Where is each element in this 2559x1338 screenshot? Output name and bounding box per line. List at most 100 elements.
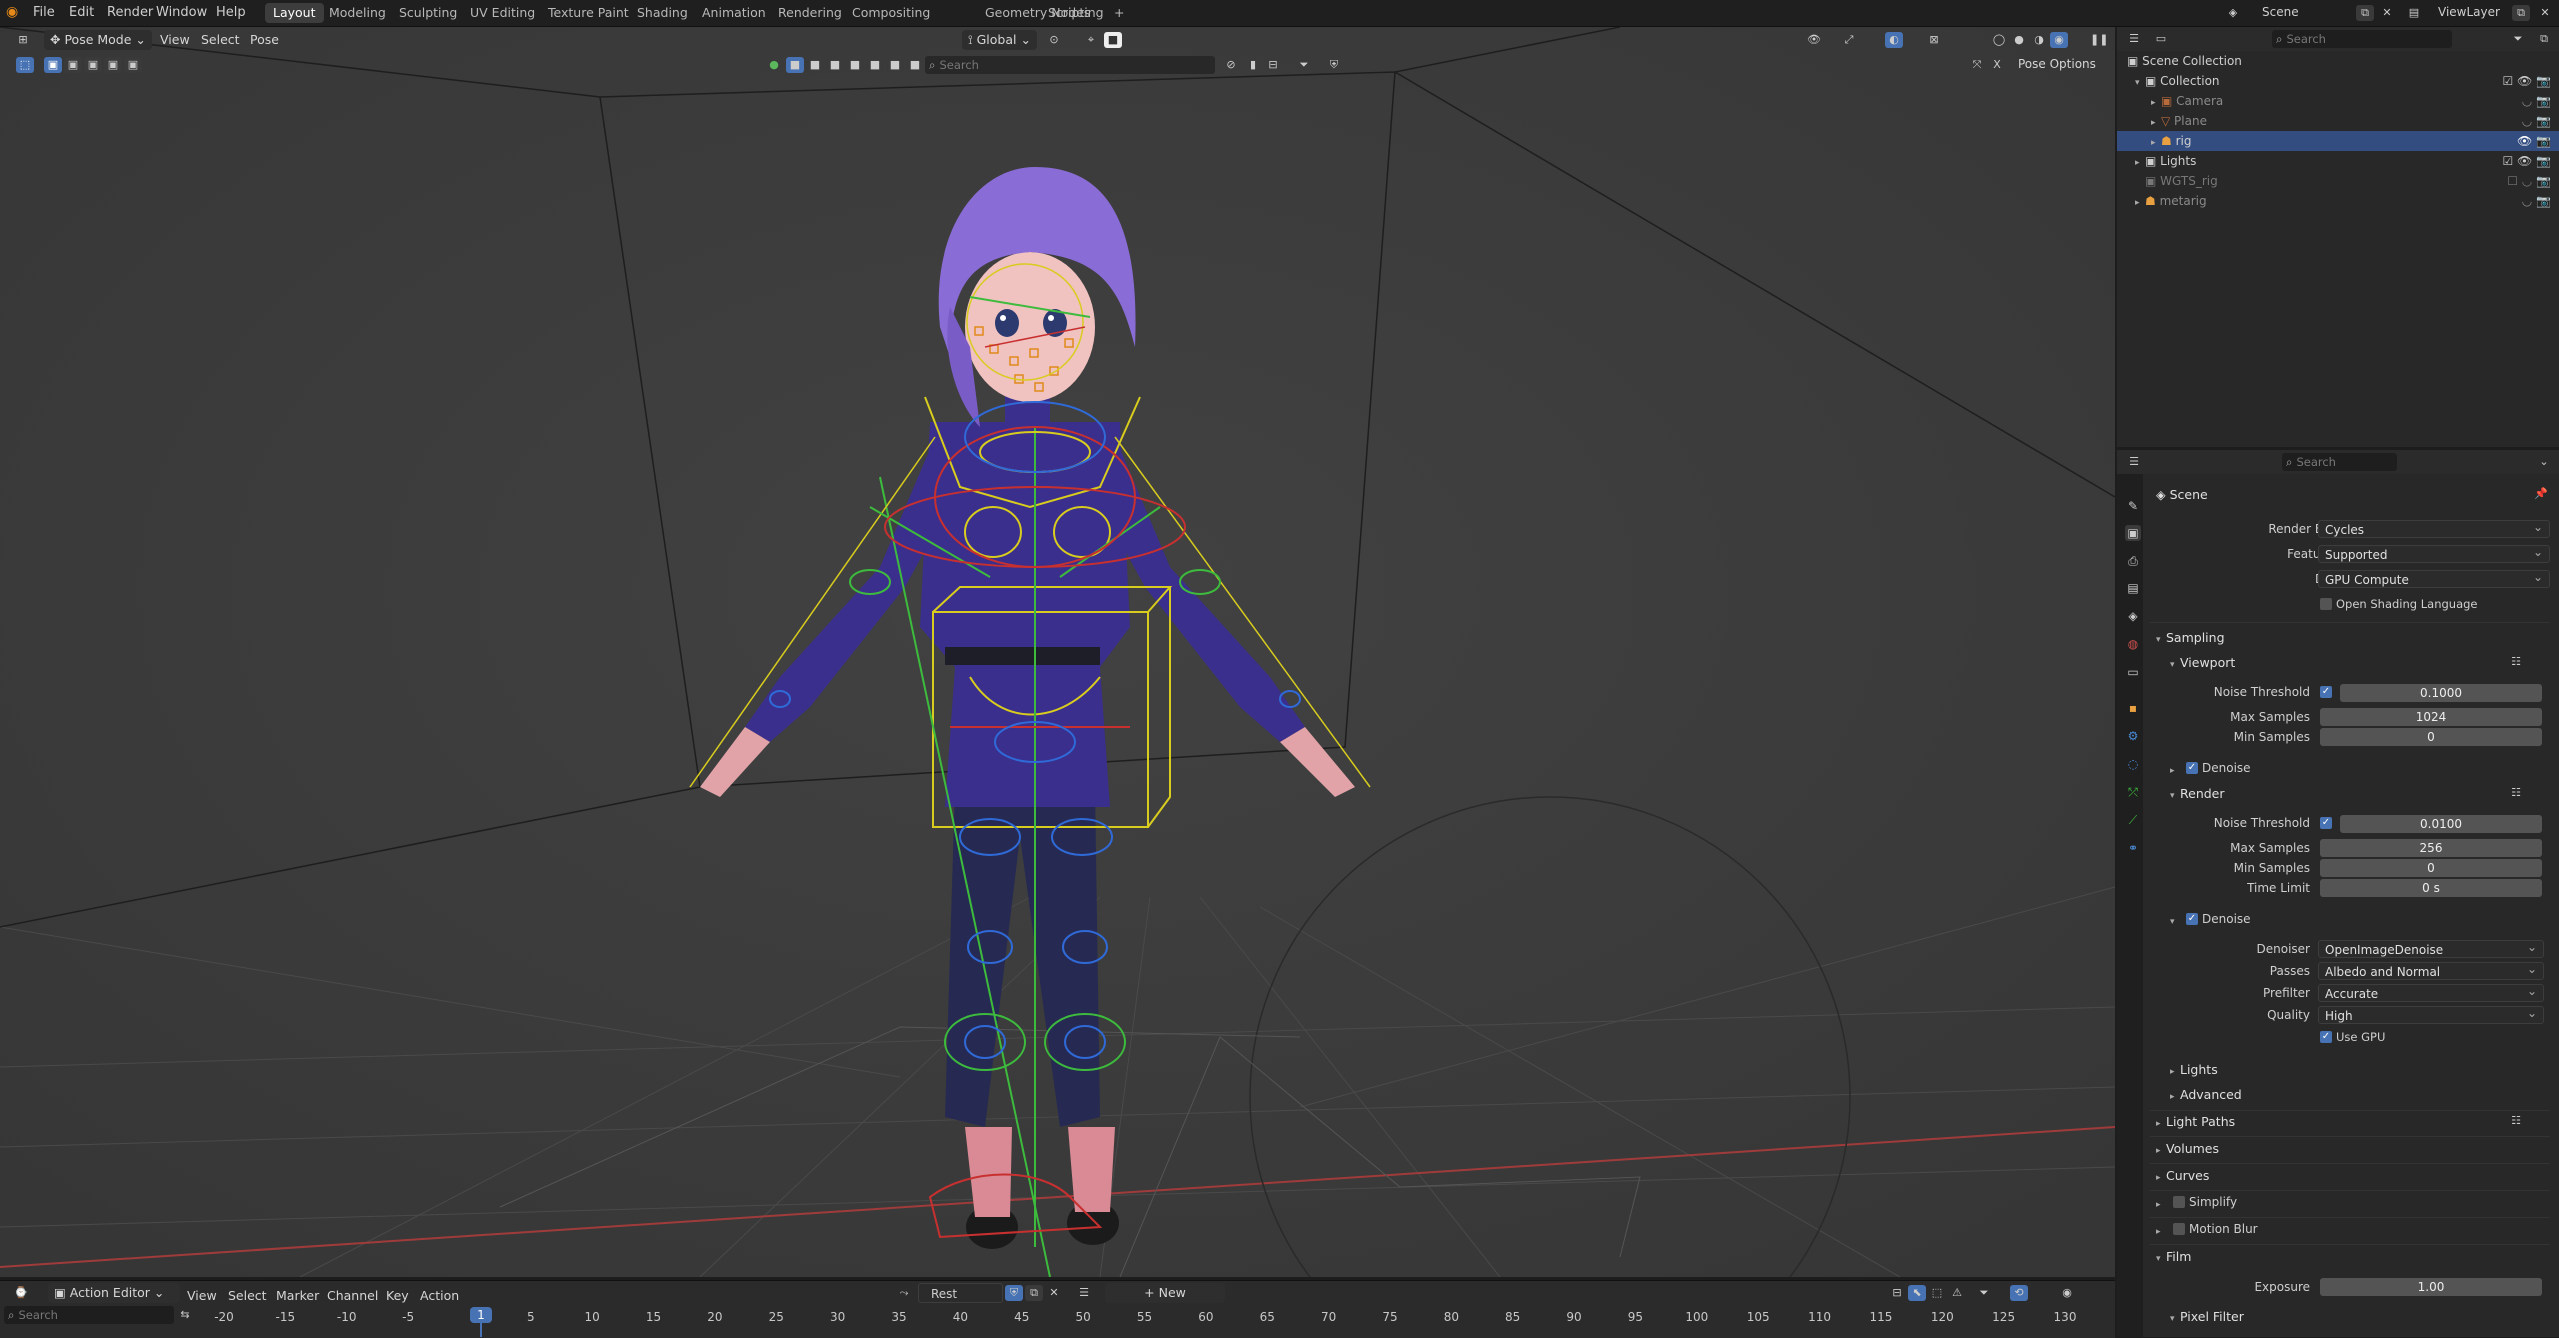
- snap-icon[interactable]: ⌖: [1082, 32, 1100, 48]
- transform-orientation[interactable]: ⟟ Global ⌄: [962, 30, 1037, 50]
- viewport-menu-view[interactable]: View: [160, 32, 190, 47]
- render-tab-icon[interactable]: ▣: [2125, 525, 2141, 541]
- object-tab-icon[interactable]: ▪: [2125, 700, 2141, 716]
- layer-icon[interactable]: ☰: [1075, 1285, 1093, 1301]
- tab-texture-paint[interactable]: Texture Paint: [540, 3, 637, 23]
- visibility-icons[interactable]: 👁 📷: [2517, 131, 2551, 151]
- add-workspace-button[interactable]: +: [1106, 3, 1132, 23]
- material-shading-icon[interactable]: ◑: [2030, 32, 2048, 48]
- outliner-row-wgts-rig[interactable]: ▣ WGTS_rig ☐ ◡ 📷: [2117, 171, 2559, 191]
- bone-filter-4-icon[interactable]: ■: [846, 57, 864, 73]
- chevron-down-icon[interactable]: ⌄: [2535, 454, 2553, 470]
- sampling-panel-header[interactable]: ▾ Sampling: [2156, 630, 2225, 645]
- bone-filter-1-icon[interactable]: ■: [786, 57, 804, 73]
- filter-icon[interactable]: ⏷: [1295, 57, 1313, 73]
- render-engine-dropdown[interactable]: Cycles: [2318, 518, 2550, 538]
- pose-options-button[interactable]: Pose Options: [2018, 57, 2096, 71]
- scene-tab-icon[interactable]: ◈: [2125, 608, 2141, 624]
- advanced-subpanel[interactable]: ▸ Advanced: [2170, 1087, 2242, 1102]
- presets-list-icon[interactable]: ☷: [2507, 1113, 2525, 1129]
- r-denoise-checkbox[interactable]: ✓: [2186, 913, 2198, 925]
- pivot-icon[interactable]: ⊙: [1045, 32, 1063, 48]
- new-scene-icon[interactable]: ⧉: [2356, 5, 2374, 21]
- auto-snap-icon[interactable]: ⟲: [2010, 1285, 2028, 1301]
- editor-mode-selector[interactable]: ▣ Action Editor ⌄: [48, 1283, 180, 1303]
- tab-shading[interactable]: Shading: [629, 3, 696, 23]
- swap-icon[interactable]: ⇆: [176, 1307, 194, 1323]
- collection-tab-icon[interactable]: ▭: [2125, 664, 2141, 680]
- bone-filter-3-icon[interactable]: ■: [826, 57, 844, 73]
- pause-render-icon[interactable]: ❚❚: [2090, 32, 2108, 48]
- action-menu-select[interactable]: Select: [228, 1288, 267, 1303]
- only-errors-icon[interactable]: ⚠: [1948, 1285, 1966, 1301]
- action-menu-channel[interactable]: Channel: [327, 1288, 378, 1303]
- view-layer-name[interactable]: ViewLayer: [2438, 5, 2500, 19]
- select-intersect-icon[interactable]: ▣: [124, 57, 142, 73]
- r-max-samples-field[interactable]: 256: [2320, 839, 2542, 857]
- vp-noise-threshold-checkbox[interactable]: ✓: [2320, 686, 2332, 698]
- tab-layout[interactable]: Layout: [265, 3, 324, 23]
- editor-type-icon[interactable]: ⌚: [12, 1285, 30, 1301]
- use-gpu-checkbox[interactable]: ✓: [2320, 1031, 2332, 1043]
- menu-edit[interactable]: Edit: [69, 5, 94, 20]
- device-dropdown[interactable]: GPU Compute: [2318, 568, 2550, 588]
- vp-max-samples-field[interactable]: 1024: [2320, 708, 2542, 726]
- only-selected-icon[interactable]: ⬉: [1908, 1285, 1926, 1301]
- motion-blur-panel[interactable]: ▸: [2156, 1222, 2166, 1237]
- shield-icon[interactable]: ⛨: [1325, 57, 1343, 73]
- visibility-icons[interactable]: ☑ 👁 📷: [2502, 71, 2551, 91]
- bone-filter-7-icon[interactable]: ■: [906, 57, 924, 73]
- outliner-row-camera[interactable]: ▸ ▣ Camera ◡ 📷: [2117, 91, 2559, 111]
- time-limit-field[interactable]: 0 s: [2320, 879, 2542, 897]
- duplicate-action-icon[interactable]: ⧉: [1025, 1285, 1043, 1301]
- r-min-samples-field[interactable]: 0: [2320, 859, 2542, 877]
- outliner-search-field[interactable]: ⌕ Search: [2272, 30, 2452, 48]
- show-hidden-icon[interactable]: ⬚: [1928, 1285, 1946, 1301]
- expand-right-icon[interactable]: ▸: [2117, 133, 2161, 153]
- visibility-icons[interactable]: ☑ 👁 📷: [2502, 151, 2551, 171]
- current-frame-indicator[interactable]: 1: [470, 1307, 492, 1323]
- visibility-icons[interactable]: ◡ 📷: [2522, 191, 2551, 211]
- expand-right-icon[interactable]: ▸: [2117, 93, 2161, 113]
- film-panel[interactable]: ▾ Film: [2156, 1249, 2191, 1264]
- outliner-row-plane[interactable]: ▸ ▽ Plane ◡ 📷: [2117, 111, 2559, 131]
- action-menu-view[interactable]: View: [187, 1288, 217, 1303]
- summary-icon[interactable]: ⊟: [1888, 1285, 1906, 1301]
- light-paths-panel[interactable]: ▸ Light Paths: [2156, 1114, 2235, 1129]
- vp-denoise-subpanel[interactable]: ▸: [2170, 761, 2180, 776]
- clear-search-icon[interactable]: ⊘: [1222, 57, 1240, 73]
- pixel-filter-subpanel[interactable]: ▾ Pixel Filter: [2170, 1309, 2244, 1324]
- visibility-filter-icon[interactable]: 👁: [1805, 32, 1823, 48]
- lights-subpanel[interactable]: ▸ Lights: [2170, 1062, 2218, 1077]
- bookmark-icon[interactable]: ▮: [1244, 57, 1262, 73]
- action-name-field[interactable]: Rest: [918, 1283, 1003, 1303]
- x-mirror-icon[interactable]: X: [1988, 57, 2006, 73]
- simplify-panel[interactable]: ▸: [2156, 1195, 2166, 1210]
- world-tab-icon[interactable]: ◍: [2125, 636, 2141, 652]
- tab-sculpting[interactable]: Sculpting: [391, 3, 465, 23]
- filter-icon[interactable]: ⏷: [2509, 31, 2527, 47]
- outliner-row-metarig[interactable]: ▸ ☗ metarig ◡ 📷: [2117, 191, 2559, 211]
- vp-denoise-checkbox[interactable]: ✓: [2186, 762, 2198, 774]
- viewport-menu-pose[interactable]: Pose: [250, 32, 279, 47]
- viewport-search-field[interactable]: ⌕ Search: [925, 56, 1215, 74]
- wireframe-shading-icon[interactable]: ◯: [1990, 32, 2008, 48]
- quality-dropdown[interactable]: High: [2318, 1004, 2544, 1024]
- r-noise-threshold-field[interactable]: 0.0100: [2340, 815, 2542, 833]
- visibility-icons[interactable]: ◡ 📷: [2522, 111, 2551, 131]
- feature-set-dropdown[interactable]: Supported: [2318, 543, 2550, 563]
- properties-search-field[interactable]: ⌕ Search: [2282, 453, 2397, 471]
- expand-right-icon[interactable]: ▸: [2117, 113, 2161, 133]
- outliner-row-collection[interactable]: ▾ ▣ Collection ☑ 👁 📷: [2117, 71, 2559, 91]
- passes-dropdown[interactable]: Albedo and Normal: [2318, 960, 2544, 980]
- menu-file[interactable]: File: [33, 5, 55, 20]
- viewport-menu-select[interactable]: Select: [201, 32, 240, 47]
- bone-filter-6-icon[interactable]: ■: [886, 57, 904, 73]
- visibility-icons[interactable]: ◡ 📷: [2522, 91, 2551, 111]
- outliner-editor-icon[interactable]: ☰: [2125, 31, 2143, 47]
- tab-modeling[interactable]: Modeling: [321, 3, 394, 23]
- select-invert-icon[interactable]: ▣: [104, 57, 122, 73]
- rendered-shading-icon[interactable]: ◉: [2050, 32, 2068, 48]
- solid-shading-icon[interactable]: ●: [2010, 32, 2028, 48]
- properties-editor-icon[interactable]: ☰: [2125, 454, 2143, 470]
